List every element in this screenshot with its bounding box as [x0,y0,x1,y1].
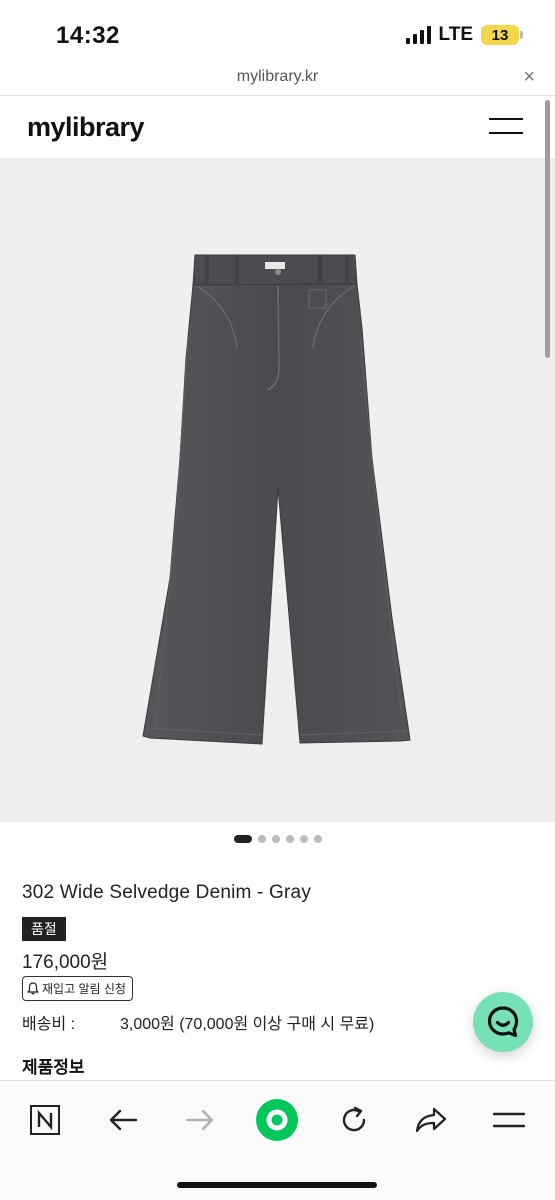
home-indicator [177,1182,377,1188]
site-header: mylibrary [0,96,555,158]
carousel-dots [0,835,555,843]
jeans-illustration [142,254,411,745]
reload-icon[interactable] [331,1097,377,1143]
scrollbar[interactable] [545,100,550,358]
hamburger-menu-icon[interactable] [489,116,523,134]
menu-icon[interactable] [486,1097,532,1143]
carousel-dot[interactable] [233,835,252,843]
battery-level: 13 [491,26,509,44]
chat-bubble-icon [487,1006,519,1038]
carousel-dot[interactable] [285,835,294,843]
status-bar: 14:32 LTE 13 [0,0,555,62]
url-text[interactable]: mylibrary.kr [0,68,555,86]
bell-icon [27,982,39,995]
product-name: 302 Wide Selvedge Denim - Gray [22,882,312,903]
shipping-value: 3,000원 (70,000원 이상 구매 시 무료) [120,1016,375,1033]
chat-button[interactable] [473,992,533,1052]
battery-icon: 13 [481,25,523,45]
url-bar[interactable]: mylibrary.kr × [0,62,555,96]
naver-n-icon[interactable] [22,1097,68,1143]
product-image[interactable] [0,158,555,822]
back-arrow-icon[interactable] [100,1097,146,1143]
share-icon[interactable] [408,1097,454,1143]
site-logo[interactable]: mylibrary [27,112,145,143]
restock-alert-button[interactable]: 재입고 알림 신청 [22,976,133,1001]
signal-icon [405,26,431,44]
close-icon[interactable]: × [523,66,535,89]
network-type: LTE [438,24,473,45]
carousel-dot[interactable] [271,835,280,843]
status-indicators: LTE 13 [405,24,523,46]
product-info-heading: 제품정보 [22,1058,85,1077]
carousel-dot[interactable] [299,835,308,843]
carousel-dot[interactable] [257,835,266,843]
carousel-dot[interactable] [313,835,322,843]
shipping-label: 배송비 : [22,1016,76,1033]
soldout-badge: 품절 [22,917,66,941]
browser-toolbar [0,1080,555,1200]
status-time: 14:32 [56,22,120,49]
product-price: 176,000원 [22,952,109,973]
green-home-icon[interactable] [254,1097,300,1143]
forward-arrow-icon[interactable] [177,1097,223,1143]
restock-alert-label: 재입고 알림 신청 [42,982,126,996]
